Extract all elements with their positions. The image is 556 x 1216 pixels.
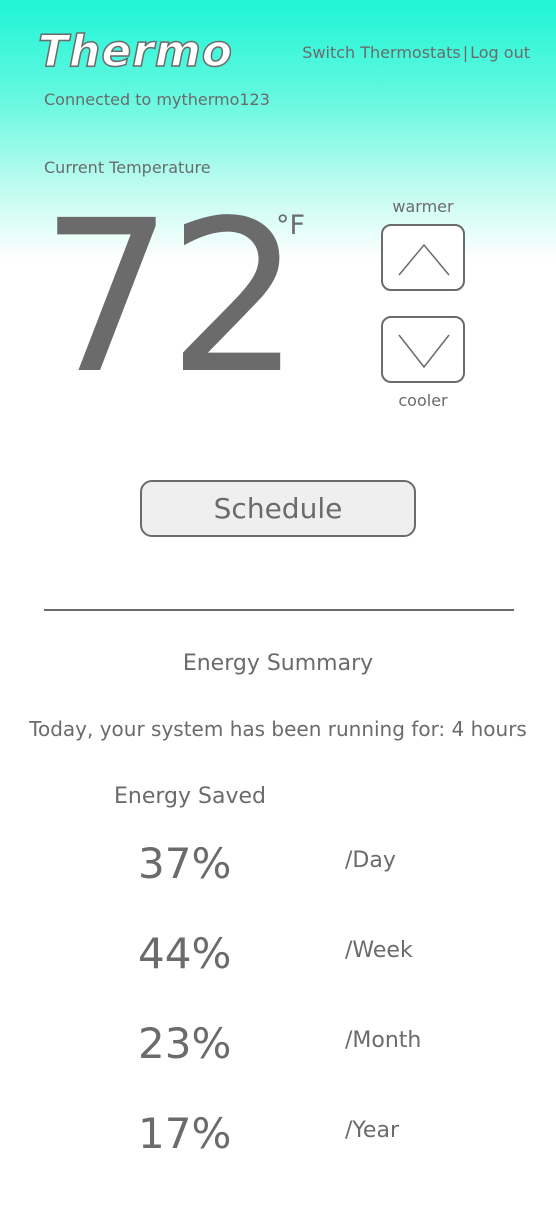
system-running-time: Today, your system has been running for:… [29,717,527,741]
energy-saved-value: 44% [138,929,232,978]
logout-link[interactable]: Log out [470,43,530,62]
current-temperature-value: 72 [40,175,301,420]
energy-summary-title: Energy Summary [182,651,374,676]
energy-saved-period: /Month [345,1028,422,1053]
energy-saved-title: Energy Saved [114,784,266,809]
schedule-button[interactable]: Schedule [140,480,416,537]
energy-saved-period: /Week [345,938,413,963]
chevron-down-icon [398,334,450,369]
app-logo: Thermo [37,25,233,78]
energy-row-year: 17% /Year [0,1106,556,1166]
warmer-button[interactable] [381,224,465,291]
switch-thermostats-link[interactable]: Switch Thermostats [302,43,460,62]
energy-saved-value: 17% [138,1109,232,1158]
top-nav: Switch Thermostats | Log out [302,43,530,62]
connection-status: Connected to mythermo123 [44,90,270,109]
warmer-label: warmer [392,197,454,216]
energy-saved-value: 23% [138,1019,232,1068]
energy-row-month: 23% /Month [0,1016,556,1076]
nav-separator: | [462,43,469,62]
section-divider [44,609,514,611]
energy-saved-period: /Day [345,848,396,873]
energy-row-week: 44% /Week [0,926,556,986]
energy-row-day: 37% /Day [0,836,556,896]
cooler-button[interactable] [381,316,465,383]
cooler-label: cooler [398,391,448,410]
energy-saved-value: 37% [138,839,232,888]
chevron-up-icon [398,243,450,276]
temperature-unit: °F [276,210,306,241]
energy-saved-period: /Year [345,1118,399,1143]
